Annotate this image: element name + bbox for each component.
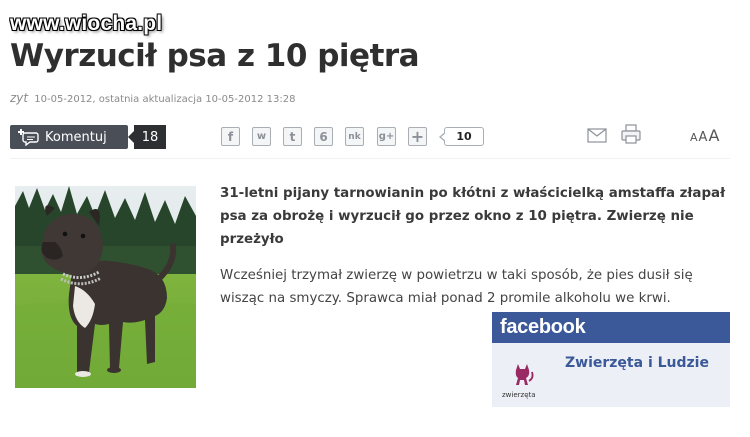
google-plus-icon[interactable]: g+ xyxy=(377,127,396,146)
divider xyxy=(10,158,730,159)
facebook-page-name[interactable]: Zwierzęta i Ludzie xyxy=(565,355,709,371)
publish-date: 10-05-2012, ostatnia aktualizacja 10-05-… xyxy=(34,94,296,105)
watermark: www.wiocha.pl xyxy=(10,12,163,35)
article-body: Wcześniej trzymał zwierzę w powietrzu w … xyxy=(220,268,693,306)
author-name[interactable]: zyt xyxy=(10,91,28,105)
article-photo xyxy=(15,186,196,388)
share-count: 10 xyxy=(439,127,484,146)
comment-button[interactable]: Komentuj xyxy=(10,125,128,149)
article-toolbar: Komentuj 18 f w t 6 nk g+ + 10 AAA xyxy=(0,120,750,154)
byline: zyt 10-05-2012, ostatnia aktualizacja 10… xyxy=(10,91,295,105)
article-title: Wyrzucił psa z 10 piętra xyxy=(10,38,420,74)
nk-icon[interactable]: nk xyxy=(345,127,364,146)
email-icon[interactable] xyxy=(587,128,607,147)
twitter-icon[interactable]: t xyxy=(283,127,302,146)
wykop-icon[interactable]: w xyxy=(252,127,271,146)
facebook-widget: facebook zwierzęta Zwierzęta i Ludzie xyxy=(492,312,730,407)
comment-button-label: Komentuj xyxy=(45,129,107,145)
comment-count[interactable]: 18 xyxy=(128,125,166,149)
cat-icon[interactable] xyxy=(506,358,538,390)
article-lead: 31-letni pijany tarnowianin po kłótni z … xyxy=(220,186,726,247)
font-size-large[interactable]: A xyxy=(708,126,719,145)
font-size-medium[interactable]: A xyxy=(699,130,708,145)
add-comment-icon xyxy=(17,128,39,147)
font-size-controls: AAA xyxy=(690,126,719,145)
facebook-logo[interactable]: facebook xyxy=(492,312,730,343)
blip-icon[interactable]: 6 xyxy=(314,127,333,146)
font-size-small[interactable]: A xyxy=(690,131,698,144)
print-icon[interactable] xyxy=(620,123,642,149)
facebook-page-caption: zwierzęta xyxy=(502,391,536,399)
more-icon[interactable]: + xyxy=(408,127,427,146)
facebook-icon[interactable]: f xyxy=(221,127,240,146)
